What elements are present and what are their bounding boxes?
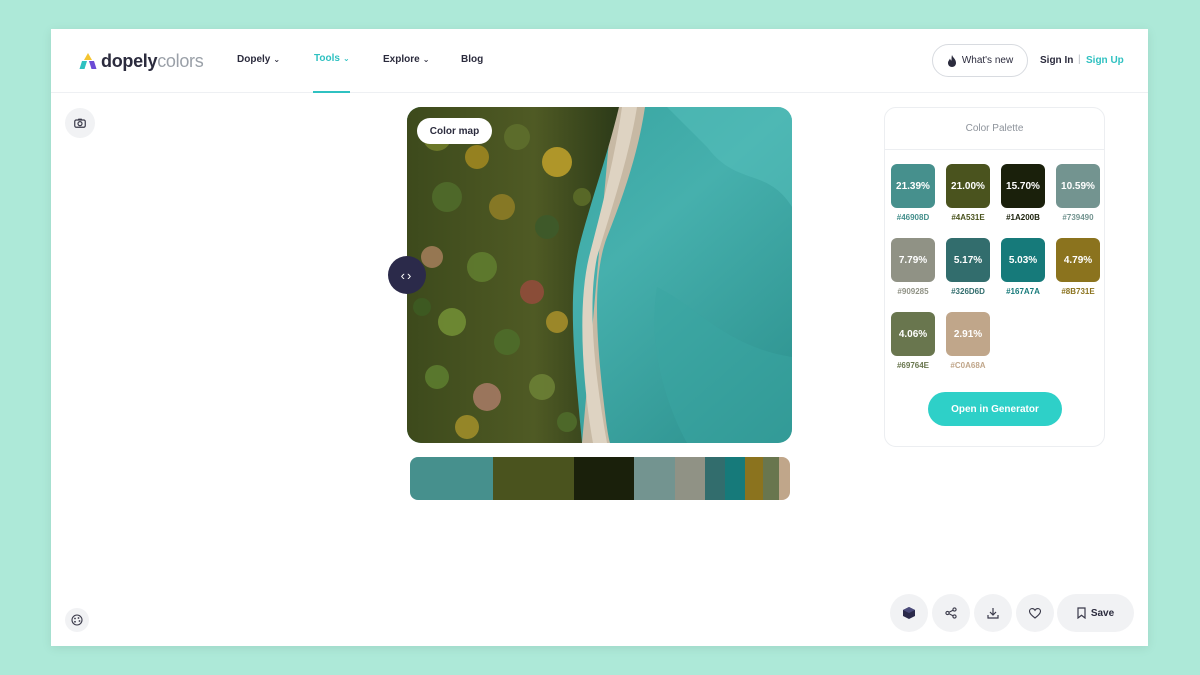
heart-icon [1029, 607, 1041, 619]
color-swatch[interactable]: 15.70% [1001, 164, 1045, 208]
palette-bar-segment [705, 457, 726, 500]
nav-item-label: Tools [314, 53, 340, 64]
app-window: dopelycolors Dopely ⌄ Tools ⌄ Explore ⌄ … [51, 29, 1148, 646]
nav-item-tools[interactable]: Tools ⌄ [314, 53, 350, 64]
color-hex-label[interactable]: #4A531E [938, 213, 998, 222]
color-hex-label[interactable]: #167A7A [993, 287, 1053, 296]
palette-icon [71, 614, 83, 626]
logo-mark-icon [78, 51, 98, 71]
color-hex-label[interactable]: #739490 [1048, 213, 1108, 222]
like-button[interactable] [1016, 594, 1054, 632]
open-in-generator-button[interactable]: Open in Generator [928, 392, 1062, 426]
nav-item-label: Dopely [237, 54, 271, 65]
color-palette-panel: Color Palette 21.39% #46908D 21.00% #4A531E… [884, 107, 1105, 447]
nav-item-explore[interactable]: Explore ⌄ [383, 54, 429, 65]
color-hex-label[interactable]: #69764E [883, 361, 943, 370]
palette-bar-segment [763, 457, 779, 500]
color-swatch[interactable]: 5.03% [1001, 238, 1045, 282]
panel-title: Color Palette [885, 108, 1104, 150]
sign-up-link[interactable]: Sign Up [1086, 55, 1124, 66]
palette-bar-segment [410, 457, 493, 500]
palette-bar-segment [778, 457, 790, 500]
color-swatch[interactable]: 4.06% [891, 312, 935, 356]
color-swatch[interactable]: 7.79% [891, 238, 935, 282]
color-swatch[interactable]: 21.00% [946, 164, 990, 208]
save-button[interactable]: Save [1057, 594, 1134, 632]
whats-new-button[interactable]: What's new [932, 44, 1028, 77]
color-hex-label[interactable]: #8B731E [1048, 287, 1108, 296]
palette-bar-segment [725, 457, 745, 500]
top-navigation: dopelycolors Dopely ⌄ Tools ⌄ Explore ⌄ … [51, 29, 1148, 93]
uploaded-image [407, 107, 792, 443]
camera-button[interactable] [65, 108, 95, 138]
download-icon [987, 608, 999, 619]
color-swatch[interactable]: 21.39% [891, 164, 935, 208]
bookmark-icon [1077, 607, 1086, 619]
share-icon [945, 607, 957, 619]
nav-item-label: Explore [383, 54, 420, 65]
auth-separator: | [1078, 54, 1081, 65]
palette-bar-segment [573, 457, 635, 500]
save-label: Save [1090, 607, 1115, 619]
palette-bar-segment [675, 457, 706, 500]
chevron-left-right-icon: ‹› [400, 267, 414, 283]
palette-mode-button[interactable] [65, 608, 89, 632]
sign-in-link[interactable]: Sign In [1040, 55, 1073, 66]
nav-item-label: Blog [461, 54, 484, 65]
palette-bar-segment [492, 457, 574, 500]
nav-item-blog[interactable]: Blog [461, 54, 483, 65]
whats-new-label: What's new [961, 55, 1014, 66]
color-hex-label[interactable]: #909285 [883, 287, 943, 296]
color-hex-label[interactable]: #326D6D [938, 287, 998, 296]
logo-text: dopelycolors [101, 50, 204, 72]
color-swatch[interactable]: 2.91% [946, 312, 990, 356]
palette-distribution-bar [410, 457, 790, 500]
color-swatch[interactable]: 10.59% [1056, 164, 1100, 208]
download-button[interactable] [974, 594, 1012, 632]
logo-text-light: colors [157, 50, 204, 71]
nav-item-dopely[interactable]: Dopely ⌄ [237, 54, 280, 65]
chevron-down-icon: ⌄ [273, 55, 281, 64]
color-hex-label[interactable]: #1A200B [993, 213, 1053, 222]
logo-text-bold: dopely [101, 50, 158, 71]
color-swatch[interactable]: 5.17% [946, 238, 990, 282]
color-hex-label[interactable]: #C0A68A [938, 361, 998, 370]
logo[interactable]: dopelycolors [78, 49, 204, 73]
camera-icon [74, 118, 86, 128]
3d-view-button[interactable] [890, 594, 928, 632]
active-tab-indicator [313, 91, 350, 93]
color-hex-label[interactable]: #46908D [883, 213, 943, 222]
fire-icon [947, 54, 956, 67]
palette-bar-segment [634, 457, 676, 500]
cube-icon [903, 607, 915, 619]
color-map-toggle[interactable]: Color map [417, 118, 492, 144]
compare-slider-handle[interactable]: ‹› [388, 256, 426, 294]
color-swatch[interactable]: 4.79% [1056, 238, 1100, 282]
chevron-down-icon: ⌄ [342, 54, 350, 63]
chevron-down-icon: ⌄ [422, 55, 430, 64]
share-button[interactable] [932, 594, 970, 632]
palette-bar-segment [744, 457, 764, 500]
